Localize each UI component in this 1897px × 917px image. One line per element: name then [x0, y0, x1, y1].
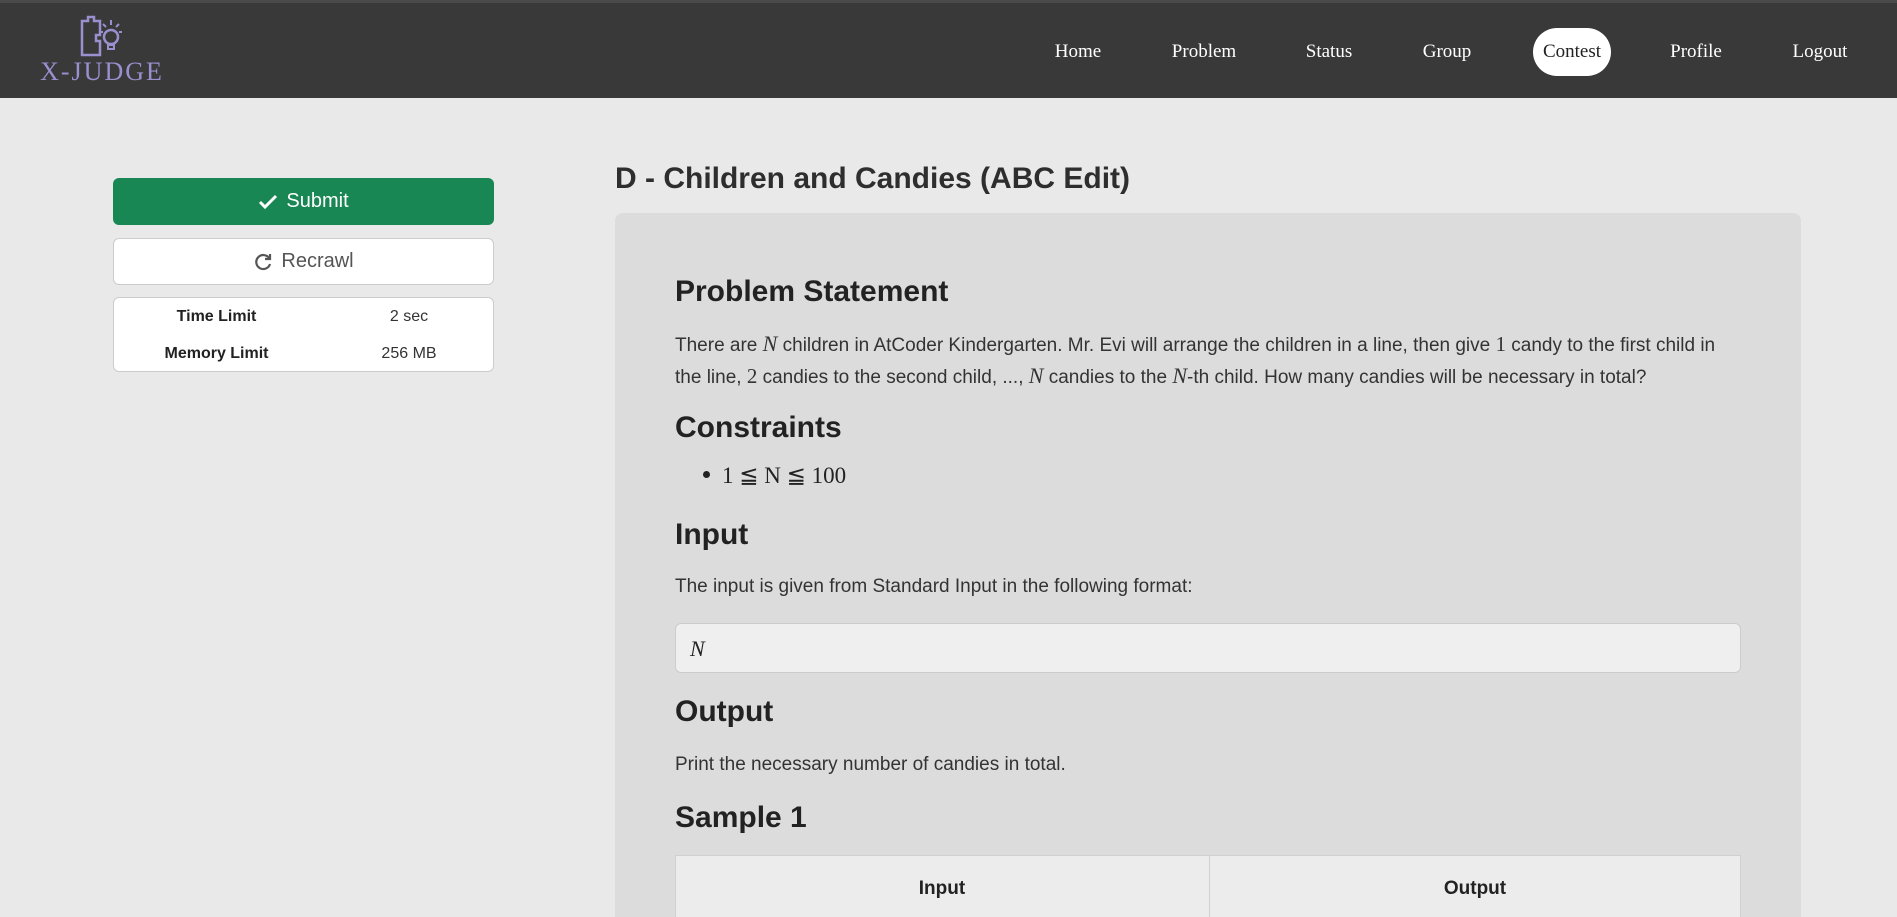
sample-input-header: Input — [918, 878, 966, 899]
time-limit-value: 2 sec — [389, 308, 429, 325]
limits-card: Time Limit 2 sec Memory Limit 256 MB — [113, 297, 494, 372]
statement-part: There are — [675, 335, 763, 356]
input-text: The input is given from Standard Input i… — [675, 576, 1193, 597]
memory-limit-value: 256 MB — [381, 345, 437, 362]
recrawl-button[interactable]: Recrawl — [113, 238, 494, 285]
statement-part: candies to the — [1043, 367, 1173, 388]
input-heading: Input — [675, 518, 749, 551]
sample-table: Input Output — [675, 855, 1741, 917]
time-limit-row: Time Limit 2 sec — [114, 298, 495, 335]
memory-limit-label: Memory Limit — [164, 345, 269, 362]
nav-profile[interactable]: Profile — [1663, 28, 1729, 76]
bullet-icon — [703, 471, 710, 479]
problem-title: D - Children and Candies (ABC Edit) — [615, 162, 1131, 195]
statement-part: -th child. How many candies will be nece… — [1187, 367, 1647, 388]
sample-output-header: Output — [1443, 878, 1507, 899]
logo[interactable]: X-JUDGE — [36, 15, 168, 87]
math-var: N — [762, 331, 778, 356]
sample-heading: Sample 1 — [675, 801, 807, 834]
math-num: 2 — [746, 364, 758, 388]
time-limit-label: Time Limit — [176, 308, 257, 325]
input-format-box: N — [675, 623, 1741, 673]
output-text: Print the necessary number of candies in… — [675, 754, 1066, 775]
statement-part: candies to the second child, ..., — [757, 367, 1029, 388]
navbar: X-JUDGE Home Problem Status Group Contes… — [0, 0, 1897, 98]
nav-contest[interactable]: Contest — [1533, 28, 1611, 76]
nav-group[interactable]: Group — [1415, 28, 1479, 76]
output-heading: Output — [675, 695, 774, 728]
statement-text: There are N children in AtCoder Kinderga… — [675, 329, 1745, 393]
recrawl-label: Recrawl — [281, 250, 354, 272]
nav-problem[interactable]: Problem — [1162, 28, 1246, 76]
math-num: 1 — [1495, 332, 1507, 356]
math-var: N — [1172, 363, 1188, 388]
memory-limit-row: Memory Limit 256 MB — [114, 335, 495, 372]
submit-button[interactable]: Submit — [113, 178, 494, 225]
puzzle-bulb-logo-icon — [80, 15, 122, 57]
statement-heading: Problem Statement — [675, 275, 949, 308]
constraint-item: 1 ≦ N ≦ 100 — [703, 463, 846, 489]
constraints-heading: Constraints — [675, 411, 842, 444]
statement-part: children in AtCoder Kindergarten. Mr. Ev… — [777, 335, 1496, 356]
submit-label: Submit — [286, 190, 349, 212]
constraint-text: 1 ≦ N ≦ 100 — [722, 463, 847, 488]
math-var: N — [1028, 363, 1044, 388]
logo-text: X-JUDGE — [40, 57, 164, 86]
nav-home[interactable]: Home — [1044, 28, 1112, 76]
input-format: N — [690, 636, 705, 661]
check-icon — [259, 194, 278, 209]
nav-logout[interactable]: Logout — [1787, 28, 1853, 76]
refresh-icon — [255, 253, 272, 270]
nav-status[interactable]: Status — [1297, 28, 1361, 76]
